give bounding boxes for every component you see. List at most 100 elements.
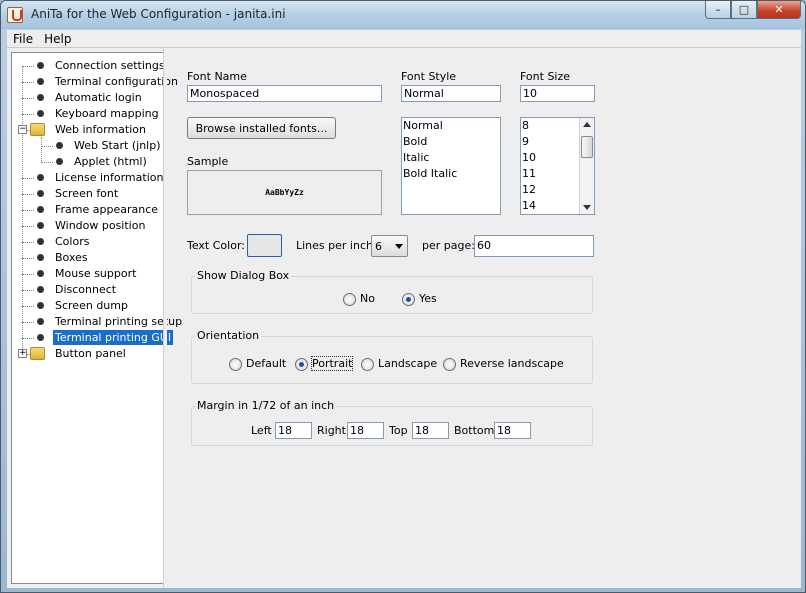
tree-item-label: Terminal configuration (55, 75, 178, 88)
maximize-icon: □ (738, 3, 750, 16)
margin-left-field[interactable]: 18 (275, 422, 312, 439)
font-name-field[interactable]: Monospaced (187, 85, 382, 102)
tree-branch-line (22, 98, 34, 99)
radio-orientation-default-label[interactable]: Default (246, 357, 286, 370)
tree-leaf-icon (37, 78, 44, 85)
font-style-option[interactable]: Bold (402, 134, 500, 150)
expand-icon[interactable]: + (18, 349, 27, 358)
margin-right-field[interactable]: 18 (347, 422, 384, 439)
tree-item-applet-html[interactable]: Applet (html) (12, 154, 163, 170)
radio-orientation-landscape[interactable] (361, 358, 374, 371)
tree-item-disconnect[interactable]: Disconnect (12, 282, 163, 298)
tree-leaf-icon (37, 190, 44, 197)
maximize-button[interactable]: □ (731, 1, 757, 19)
tree-branch-line (22, 114, 34, 115)
lines-per-inch-select[interactable]: 6 (371, 235, 408, 257)
tree-item-mouse-support[interactable]: Mouse support (12, 266, 163, 282)
close-button[interactable]: ✕ (757, 1, 801, 19)
tree-item-terminal-printing-gui[interactable]: Terminal printing GUI (12, 330, 174, 346)
tree-branch-line (22, 178, 34, 179)
tree-branch-line (41, 146, 53, 147)
tree-branch-line (22, 306, 34, 307)
sample-label: Sample (187, 155, 229, 168)
tree-leaf-icon (37, 302, 44, 309)
radio-orientation-portrait[interactable] (295, 358, 308, 371)
size-list-scrollbar[interactable] (579, 118, 594, 214)
title-bar[interactable]: AniTa for the Web Configuration - janita… (1, 1, 805, 29)
tree-branch-line (22, 210, 34, 211)
tree-leaf-icon (56, 142, 63, 149)
tree-leaf-icon (37, 270, 44, 277)
margin-bottom-field[interactable]: 18 (494, 422, 531, 439)
tree-item-button-panel[interactable]: + Button panel (12, 346, 163, 362)
tree-branch-line (22, 338, 34, 339)
margin-right-label: Right (317, 424, 346, 437)
text-color-button[interactable] (247, 234, 282, 257)
radio-dialog-no[interactable] (343, 293, 356, 306)
font-name-label: Font Name (187, 70, 247, 83)
tree-leaf-icon (37, 318, 44, 325)
tree-item-terminal-printing-setup[interactable]: Terminal printing setup (12, 314, 182, 330)
radio-orientation-default[interactable] (229, 358, 242, 371)
radio-orientation-reverse-landscape[interactable] (443, 358, 456, 371)
radio-dialog-no-label[interactable]: No (360, 292, 375, 305)
radio-orientation-portrait-label[interactable]: Portrait (310, 356, 354, 371)
font-style-option[interactable]: Bold Italic (402, 166, 500, 182)
browse-fonts-button[interactable]: Browse installed fonts... (187, 117, 336, 139)
tree-branch-line (22, 66, 34, 67)
tree-branch-line (41, 162, 53, 163)
tree-leaf-icon (37, 62, 44, 69)
text-color-label: Text Color: (187, 239, 245, 252)
radio-dialog-yes[interactable] (402, 293, 415, 306)
scroll-up-icon[interactable] (583, 122, 591, 127)
tree-item-label: Button panel (55, 347, 126, 360)
tree-item-label: Window position (55, 219, 146, 232)
tree-branch-line (22, 242, 34, 243)
per-page-field[interactable]: 60 (474, 235, 594, 257)
font-size-list[interactable]: 8 9 10 11 12 14 (520, 117, 595, 215)
font-style-list[interactable]: Normal Bold Italic Bold Italic (401, 117, 501, 215)
settings-tree: Connection settings Terminal configuratio… (11, 52, 182, 584)
collapse-icon[interactable]: − (18, 125, 27, 134)
font-style-option[interactable]: Normal (402, 118, 500, 134)
per-page-label: per page: (422, 239, 475, 252)
font-style-option[interactable]: Italic (402, 150, 500, 166)
tree-item-terminal-configuration[interactable]: Terminal configuration (12, 74, 178, 90)
radio-dialog-yes-label[interactable]: Yes (419, 292, 437, 305)
font-style-field[interactable]: Normal (401, 85, 501, 102)
tree-item-boxes[interactable]: Boxes (12, 250, 163, 266)
menu-help[interactable]: Help (38, 32, 76, 46)
tree-item-label: Boxes (55, 251, 88, 264)
dialog-box-title: Show Dialog Box (195, 269, 292, 282)
margin-title: Margin in 1/72 of an inch (195, 399, 337, 412)
font-size-field[interactable]: 10 (520, 85, 595, 102)
scroll-down-icon[interactable] (583, 205, 591, 210)
tree-item-window-position[interactable]: Window position (12, 218, 163, 234)
tree-item-web-information[interactable]: − Web information (12, 122, 163, 138)
radio-orientation-landscape-label[interactable]: Landscape (378, 357, 437, 370)
tree-item-label: Screen font (55, 187, 119, 200)
margin-bottom-label: Bottom (454, 424, 495, 437)
tree-item-screen-font[interactable]: Screen font (12, 186, 163, 202)
tree-item-keyboard-mapping[interactable]: Keyboard mapping (12, 106, 163, 122)
settings-panel: Font Name Monospaced Font Style Normal F… (167, 48, 801, 588)
tree-item-license-information[interactable]: License information (12, 170, 163, 186)
tree-item-web-start-jnlp[interactable]: Web Start (jnlp) (12, 138, 163, 154)
tree-leaf-icon (37, 174, 44, 181)
margin-top-field[interactable]: 18 (412, 422, 449, 439)
lines-per-inch-value: 6 (375, 239, 382, 253)
menu-file[interactable]: File (7, 32, 38, 46)
minimize-button[interactable]: – (705, 1, 731, 19)
lines-per-inch-label: Lines per inch: (296, 239, 377, 252)
tree-item-screen-dump[interactable]: Screen dump (12, 298, 163, 314)
tree-item-automatic-login[interactable]: Automatic login (12, 90, 163, 106)
margin-top-label: Top (389, 424, 408, 437)
tree-item-connection-settings[interactable]: Connection settings (12, 58, 165, 74)
scroll-thumb[interactable] (581, 136, 593, 158)
tree-item-label: Keyboard mapping (55, 107, 159, 120)
radio-orientation-reverse-landscape-label[interactable]: Reverse landscape (460, 357, 564, 370)
tree-item-frame-appearance[interactable]: Frame appearance (12, 202, 163, 218)
tree-branch-line (22, 322, 34, 323)
tree-item-colors[interactable]: Colors (12, 234, 163, 250)
tree-item-label: Colors (55, 235, 90, 248)
